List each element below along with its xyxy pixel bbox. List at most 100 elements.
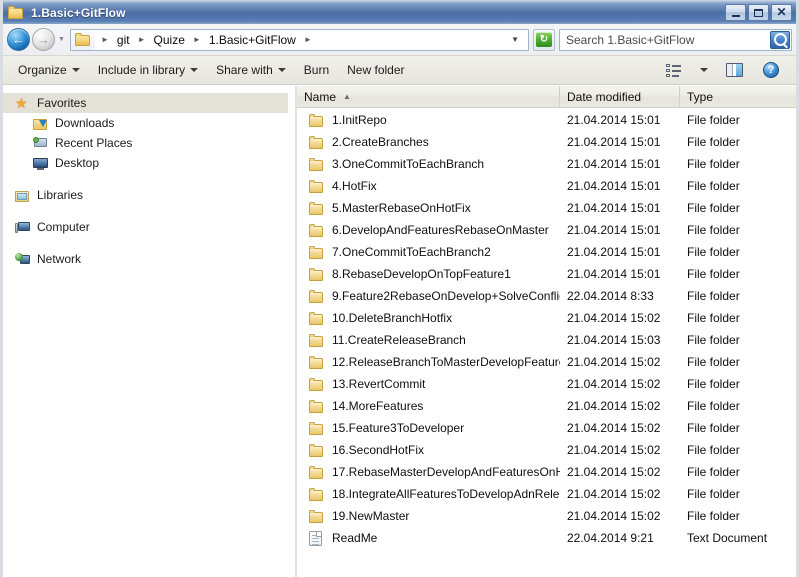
command-bar: Organize Include in library Share with B… <box>3 56 796 85</box>
window-controls: ✕ <box>725 4 792 21</box>
search-icon <box>773 33 787 46</box>
file-name-label: 15.Feature3ToDeveloper <box>332 421 465 435</box>
sidebar-item-recent-places[interactable]: Recent Places <box>3 133 288 153</box>
cell-date-modified: 21.04.2014 15:01 <box>567 267 661 281</box>
column-headers: Name ▲ Date modified Type <box>297 86 796 108</box>
table-row[interactable]: 16.SecondHotFix 21.04.2014 15:02 File fold… <box>297 439 796 461</box>
cell-date-modified: 21.04.2014 15:01 <box>567 245 661 259</box>
table-row[interactable]: ReadMe 22.04.2014 9:21 Text Document <box>297 527 796 549</box>
recent-locations-button[interactable]: ▼ <box>56 36 67 43</box>
breadcrumb-sep-0[interactable]: ► <box>95 35 115 44</box>
cell-name: 12.ReleaseBranchToMasterDevelopFeatures <box>297 355 560 369</box>
pane-splitter[interactable] <box>288 86 296 577</box>
folder-icon <box>309 509 325 523</box>
include-in-library-button[interactable]: Include in library <box>89 59 207 81</box>
help-button[interactable]: ? <box>754 58 788 82</box>
table-row[interactable]: 2.CreateBranches 21.04.2014 15:01 File fol… <box>297 131 796 153</box>
view-options-button[interactable] <box>693 67 715 73</box>
burn-button[interactable]: Burn <box>295 59 338 81</box>
breadcrumb-sep-3[interactable]: ► <box>298 35 318 44</box>
address-bar: ← → ▼ ► git ► Quize ► 1.Basic+GitFlow ► … <box>3 24 796 56</box>
sidebar-item-label: Downloads <box>55 116 115 130</box>
cell-date-modified: 21.04.2014 15:02 <box>567 399 661 413</box>
window-title: 1.Basic+GitFlow <box>31 5 126 20</box>
search-button[interactable] <box>770 30 790 49</box>
cell-date-modified: 21.04.2014 15:02 <box>567 509 661 523</box>
share-with-button[interactable]: Share with <box>207 59 295 81</box>
table-row[interactable]: 19.NewMaster 21.04.2014 15:02 File folder <box>297 505 796 527</box>
file-rows: 1.InitRepo 21.04.2014 15:01 File folder 2.C… <box>297 108 796 577</box>
address-folder-icon <box>71 29 95 50</box>
file-name-label: 5.MasterRebaseOnHotFix <box>332 201 471 215</box>
breadcrumb-item-git[interactable]: git <box>115 32 132 48</box>
breadcrumb-item-quize[interactable]: Quize <box>152 32 187 48</box>
folder-icon <box>309 289 325 303</box>
sidebar-item-network[interactable]: Network <box>3 249 288 269</box>
cell-date-modified: 21.04.2014 15:01 <box>567 201 661 215</box>
table-row[interactable]: 6.DevelopAndFeaturesRebaseOnMaster 21.04.… <box>297 219 796 241</box>
table-row[interactable]: 14.MoreFeatures 21.04.2014 15:02 File fold… <box>297 395 796 417</box>
change-view-button[interactable] <box>657 59 691 81</box>
cell-type: File folder <box>687 465 740 479</box>
cell-date-modified: 21.04.2014 15:02 <box>567 443 661 457</box>
search-box[interactable]: Search 1.Basic+GitFlow <box>559 28 792 51</box>
breadcrumb-sep-1[interactable]: ► <box>132 35 152 44</box>
breadcrumb-item-current[interactable]: 1.Basic+GitFlow <box>207 32 298 48</box>
column-header-date-modified[interactable]: Date modified <box>560 86 680 107</box>
command-bar-right: ? <box>657 58 790 82</box>
folder-icon <box>309 487 325 501</box>
table-row[interactable]: 13.RevertCommit 21.04.2014 15:02 File fold… <box>297 373 796 395</box>
chevron-down-icon <box>190 68 199 72</box>
table-row[interactable]: 12.ReleaseBranchToMasterDevelopFeatures 2… <box>297 351 796 373</box>
back-button[interactable]: ← <box>7 28 30 51</box>
search-input[interactable]: Search 1.Basic+GitFlow <box>566 33 770 47</box>
table-row[interactable]: 8.RebaseDevelopOnTopFeature1 21.04.2014 1… <box>297 263 796 285</box>
table-row[interactable]: 11.CreateReleaseBranch 21.04.2014 15:03 Fi… <box>297 329 796 351</box>
cell-name: 7.OneCommitToEachBranch2 <box>297 245 560 259</box>
refresh-button[interactable]: ↻ <box>533 28 555 51</box>
sidebar-item-downloads[interactable]: Downloads <box>3 113 288 133</box>
maximize-button[interactable] <box>748 4 769 21</box>
close-button[interactable]: ✕ <box>771 4 792 21</box>
table-row[interactable]: 17.RebaseMasterDevelopAndFeaturesOnHo… 21… <box>297 461 796 483</box>
address-input[interactable]: ► git ► Quize ► 1.Basic+GitFlow ► ▼ <box>70 28 529 51</box>
sidebar-item-libraries[interactable]: Libraries <box>3 185 288 205</box>
address-dropdown-icon[interactable]: ▼ <box>504 35 526 44</box>
cell-type: Text Document <box>687 531 768 545</box>
table-row[interactable]: 18.IntegrateAllFeaturesToDevelopAdnRelea… <box>297 483 796 505</box>
share-with-label: Share with <box>216 63 273 77</box>
folder-icon <box>309 333 325 347</box>
chevron-down-icon: ▼ <box>58 36 65 43</box>
show-preview-pane-button[interactable] <box>717 59 752 81</box>
table-row[interactable]: 9.Feature2RebaseOnDevelop+SolveConflict 2… <box>297 285 796 307</box>
cell-name: 8.RebaseDevelopOnTopFeature1 <box>297 267 560 281</box>
table-row[interactable]: 3.OneCommitToEachBranch 21.04.2014 15:01 F… <box>297 153 796 175</box>
cell-name: 11.CreateReleaseBranch <box>297 333 560 347</box>
folder-icon <box>309 179 325 193</box>
forward-button[interactable]: → <box>32 28 55 51</box>
minimize-button[interactable] <box>725 4 746 21</box>
sidebar-item-desktop[interactable]: Desktop <box>3 153 288 173</box>
table-row[interactable]: 10.DeleteBranchHotfix 21.04.2014 15:02 Fil… <box>297 307 796 329</box>
sidebar-item-label: Computer <box>37 220 90 234</box>
table-row[interactable]: 5.MasterRebaseOnHotFix 21.04.2014 15:01 Fi… <box>297 197 796 219</box>
sidebar-item-computer[interactable]: Computer <box>3 217 288 237</box>
table-row[interactable]: 7.OneCommitToEachBranch2 21.04.2014 15:01… <box>297 241 796 263</box>
sidebar-item-favorites[interactable]: ★ Favorites <box>3 93 288 113</box>
cell-name: ReadMe <box>297 530 560 546</box>
column-header-type[interactable]: Type <box>680 86 796 107</box>
breadcrumb-sep-2[interactable]: ► <box>187 35 207 44</box>
cell-name: 19.NewMaster <box>297 509 560 523</box>
cell-name: 9.Feature2RebaseOnDevelop+SolveConflict <box>297 289 560 303</box>
cell-name: 1.InitRepo <box>297 113 560 127</box>
organize-button[interactable]: Organize <box>9 59 89 81</box>
cell-date-modified: 21.04.2014 15:01 <box>567 113 661 127</box>
new-folder-button[interactable]: New folder <box>338 59 413 81</box>
file-list-pane: Name ▲ Date modified Type 1.InitRepo 21.0… <box>296 86 796 577</box>
table-row[interactable]: 1.InitRepo 21.04.2014 15:01 File folder <box>297 109 796 131</box>
column-header-name[interactable]: Name ▲ <box>297 86 560 107</box>
table-row[interactable]: 15.Feature3ToDeveloper 21.04.2014 15:02 Fi… <box>297 417 796 439</box>
table-row[interactable]: 4.HotFix 21.04.2014 15:01 File folder <box>297 175 796 197</box>
